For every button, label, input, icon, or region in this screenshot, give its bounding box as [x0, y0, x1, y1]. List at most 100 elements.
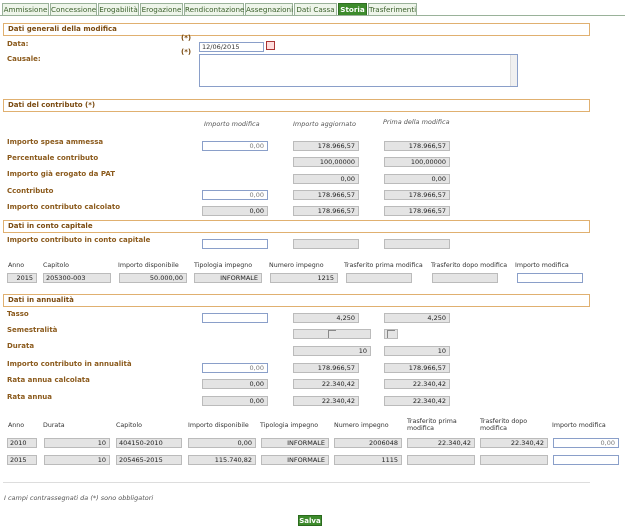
cell-importo-modifica-input[interactable] — [553, 455, 619, 465]
th-tipologia: Tipologia impegno — [260, 422, 319, 429]
cell-durata: 10 — [44, 438, 110, 448]
th-anno: Anno — [8, 422, 25, 429]
aggiornato-value: 178.966,57 — [293, 206, 359, 216]
section-annualita: Dati in annualità — [3, 294, 590, 307]
scrollbar[interactable] — [510, 55, 517, 86]
cell-trasferito-prima: 22.340,42 — [407, 438, 475, 448]
col-importo-aggiornato: Importo aggiornato — [293, 120, 356, 128]
cell-capitolo: 205300-003 — [43, 273, 111, 283]
footer-note: I campi contrassegnati da (*) sono obbli… — [4, 494, 154, 502]
prima-value: 100,00000 — [384, 157, 450, 167]
causale-textarea[interactable] — [199, 54, 518, 87]
modifica-value: 0,00 — [202, 206, 268, 216]
prima-value: 22.340,42 — [384, 379, 450, 389]
th-trasferito-dopo: Trasferito dopo modifica — [431, 262, 508, 269]
row-label: Durata — [7, 342, 35, 350]
th-trasferito-prima: Trasferito prima modifica — [407, 418, 457, 432]
cell-importo-disponibile: 115.740,82 — [188, 455, 256, 465]
required-mark: (*) — [181, 48, 192, 56]
cell-tipologia: INFORMALE — [194, 273, 262, 283]
row-label: Importo contributo calcolato — [7, 203, 120, 211]
cell-anno: 2015 — [7, 273, 37, 283]
cell-trasferito-dopo — [480, 455, 548, 465]
divider — [3, 482, 590, 483]
save-button[interactable]: Salva — [298, 515, 322, 526]
cell-trasferito-dopo: 22.340,42 — [480, 438, 548, 448]
cell-trasferito-dopo — [432, 273, 498, 283]
cell-numero: 2006048 — [334, 438, 402, 448]
calendar-icon[interactable] — [266, 41, 275, 50]
cell-importo-disponibile: 0,00 — [188, 438, 256, 448]
data-input[interactable]: 12/06/2015 — [199, 42, 264, 52]
aggiornato-value: 22.340,42 — [293, 379, 359, 389]
modifica-value: 0,00 — [202, 379, 268, 389]
prima-value: 0,00 — [384, 174, 450, 184]
cell-tipologia: INFORMALE — [261, 455, 329, 465]
prima-value: 178.966,57 — [384, 190, 450, 200]
cell-anno: 2015 — [7, 455, 37, 465]
th-importo-disponibile: Importo disponibile — [188, 422, 249, 429]
cell-trasferito-prima — [346, 273, 412, 283]
checkbox-icon — [387, 330, 395, 338]
th-numero: Numero impegno — [269, 262, 324, 269]
cell-tipologia: INFORMALE — [261, 438, 329, 448]
th-trasferito-prima: Trasferito prima modifica — [344, 262, 423, 269]
section-dati-generali: Dati generali della modifica — [3, 23, 590, 36]
row-label: Rata annua — [7, 393, 53, 401]
section-dati-contributo: Dati del contributo (*) — [3, 99, 590, 112]
aggiornato-value: 4,250 — [293, 313, 359, 323]
capitale-label: Importo contributo in conto capitale — [7, 236, 151, 244]
col-prima-modifica: Prima della modifica — [383, 118, 450, 126]
th-importo-disponibile: Importo disponibile — [118, 262, 179, 269]
col-importo-modifica: Importo modifica — [204, 120, 260, 128]
aggiornato-value: 178.966,57 — [293, 363, 359, 373]
cell-importo-modifica-input[interactable] — [517, 273, 583, 283]
cell-capitolo: 205465-2015 — [116, 455, 182, 465]
modifica-input[interactable]: 0,00 — [202, 363, 268, 373]
prima-value: 178.966,57 — [384, 206, 450, 216]
th-capitolo: Capitolo — [43, 262, 69, 269]
checkbox-icon — [328, 330, 336, 338]
cell-importo-disponibile: 50.000,00 — [119, 273, 187, 283]
th-tipologia: Tipologia impegno — [194, 262, 253, 269]
aggiornato-value: 178.966,57 — [293, 141, 359, 151]
modifica-input[interactable]: 0,00 — [202, 141, 268, 151]
row-label: Ccontributo — [7, 187, 54, 195]
modifica-input[interactable]: 0,00 — [202, 190, 268, 200]
row-label: Percentuale contributo — [7, 154, 99, 162]
row-label: Semestralità — [7, 326, 58, 334]
cell-capitolo: 404150-2010 — [116, 438, 182, 448]
row-label: Importo spesa ammessa — [7, 138, 104, 146]
tasso-input[interactable] — [202, 313, 268, 323]
data-label: Data: — [7, 40, 29, 48]
th-numero: Numero impegno — [334, 422, 389, 429]
aggiornato-value: 22.340,42 — [293, 396, 359, 406]
row-label: Importo già erogato da PAT — [7, 170, 115, 178]
prima-value: 178.966,57 — [384, 363, 450, 373]
row-label: Tasso — [7, 310, 29, 318]
th-capitolo: Capitolo — [116, 422, 142, 429]
prima-value: 22.340,42 — [384, 396, 450, 406]
tab-divider — [0, 15, 625, 16]
th-importo-modifica: Importo modifica — [552, 422, 606, 429]
capitale-input[interactable] — [202, 239, 268, 249]
cell-importo-modifica-input[interactable]: 0,00 — [553, 438, 619, 448]
aggiornato-value: 10 — [293, 346, 371, 356]
cell-durata: 10 — [44, 455, 110, 465]
capitale-prima — [384, 239, 450, 249]
causale-label: Causale: — [7, 55, 41, 63]
capitale-aggiornato — [293, 239, 359, 249]
th-trasferito-dopo: Trasferito dopo modifica — [480, 418, 528, 432]
th-durata: Durata — [43, 422, 65, 429]
prima-value: 10 — [384, 346, 450, 356]
section-conto-capitale: Dati in conto capitale — [3, 220, 590, 233]
row-label: Rata annua calcolata — [7, 376, 90, 384]
modifica-value: 0,00 — [202, 396, 268, 406]
cell-anno: 2010 — [7, 438, 37, 448]
required-mark: (*) — [181, 34, 192, 42]
th-importo-modifica: Importo modifica — [515, 262, 569, 269]
prima-value: 178.966,57 — [384, 141, 450, 151]
aggiornato-value: 178.966,57 — [293, 190, 359, 200]
cell-trasferito-prima — [407, 455, 475, 465]
prima-value: 4,250 — [384, 313, 450, 323]
